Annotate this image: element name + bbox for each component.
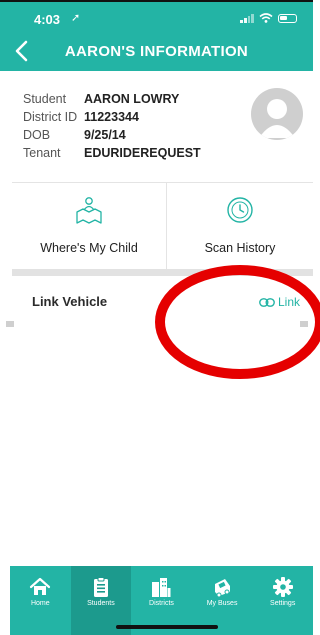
wheres-my-child-label: Where's My Child [40,241,138,255]
action-cards: Where's My Child Scan History [12,182,313,270]
red-circle-annotation [155,265,320,379]
tab-label: Home [30,600,50,607]
section-divider [12,269,313,276]
scroll-indicator-right [300,321,308,327]
scroll-indicator-left [6,321,14,327]
info-value: AARON LOWRY [84,92,180,106]
home-indicator[interactable] [116,625,218,629]
info-value: EDURIDEREQUEST [84,146,201,160]
tab-home[interactable]: Home [10,566,71,635]
info-label: Student [23,92,67,106]
wheres-my-child-button[interactable]: Where's My Child [12,183,167,269]
info-label: DOB [23,128,51,142]
link-vehicle-title: Link Vehicle [32,294,108,309]
battery-icon [278,13,297,23]
nav-bar: AARON'S INFORMATION [0,32,313,71]
tab-label: Districts [149,600,174,607]
home-icon [30,577,51,595]
info-label: Tenant [23,146,61,160]
tab-label: Settings [270,600,296,607]
bus-icon [215,579,231,598]
clipboard-icon [93,577,108,597]
info-value: 9/25/14 [84,128,126,142]
info-row-student: Student AARON LOWRY [23,90,201,108]
chain-link-icon [259,297,275,307]
map-pin-icon [76,197,102,224]
page-title: AARON'S INFORMATION [64,43,249,60]
tab-settings[interactable]: Settings [252,566,313,635]
buildings-icon [152,578,171,597]
info-row-dob: DOB 9/25/14 [23,126,201,144]
info-label: District ID [23,110,78,124]
link-button[interactable]: Link [259,295,300,309]
info-row-tenant: Tenant EDURIDEREQUEST [23,144,201,162]
wifi-icon [259,13,273,23]
info-value: 11223344 [84,110,139,124]
gear-icon [272,577,293,597]
link-button-label: Link [277,295,300,309]
status-time: 4:03 [34,12,61,27]
tab-label: My Buses [206,600,238,607]
location-arrow-icon: ➚ [71,12,81,24]
info-row-district-id: District ID 11223344 [23,108,201,126]
signal-icon [240,13,254,23]
scan-history-label: Scan History [204,241,276,255]
person-icon [259,99,295,138]
link-vehicle-row: Link Vehicle Link [12,282,313,322]
scan-history-button[interactable]: Scan History [167,183,313,269]
avatar [251,88,303,140]
student-info: Student AARON LOWRY District ID 11223344… [23,90,201,162]
tab-label: Students [87,600,115,607]
history-icon [227,197,253,223]
status-icons [240,13,297,23]
status-bar: 4:03 ➚ [0,2,313,32]
